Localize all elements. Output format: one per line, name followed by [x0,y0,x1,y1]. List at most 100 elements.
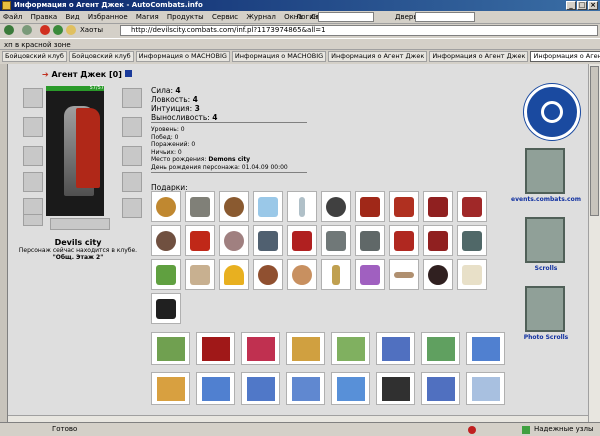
shield-slot[interactable] [122,146,142,166]
earring-slot[interactable] [122,88,142,108]
amulet-slot[interactable] [122,117,142,137]
emblem-slot[interactable] [50,218,110,230]
tab-agent-2[interactable]: Информация о Агент Джек [429,51,529,62]
events-banner[interactable] [525,148,565,194]
gift-item[interactable] [253,191,283,222]
tab-club-2[interactable]: Бойцовский клуб [68,51,134,62]
helmet-slot[interactable] [23,88,43,108]
tab-agent-active[interactable]: Информация о Агент Джек [530,51,600,62]
bracers-slot[interactable] [23,117,43,137]
events-link[interactable]: events.combats.com [504,196,588,203]
big-gift-item[interactable] [286,372,325,405]
menu-view[interactable]: Вид [62,11,82,24]
gift-item[interactable] [423,259,453,290]
gift-item[interactable] [185,259,215,290]
big-gift-item[interactable] [331,372,370,405]
scroll-thumb[interactable] [590,66,599,216]
gift-item[interactable] [321,191,351,222]
big-gift-item[interactable] [196,332,235,365]
tab-club-1[interactable]: Бойцовский клуб [2,51,67,62]
menu-service[interactable]: Сервис [209,11,241,24]
close-button[interactable]: × [588,1,598,10]
gift-item[interactable] [151,191,181,222]
gift-item[interactable] [321,225,351,256]
big-gift-item[interactable] [421,332,460,365]
photo-scrolls-link[interactable]: Photo Scrolls [504,334,588,341]
gift-item[interactable] [423,191,453,222]
menu-products[interactable]: Продукты [164,11,207,24]
tab-machobig-2[interactable]: Информация о MACHOBIG [231,51,327,62]
menu-journal[interactable]: Журнал [243,11,278,24]
gift-item[interactable] [151,293,181,324]
forward-icon[interactable] [22,25,32,35]
gift-item[interactable] [151,225,181,256]
big-gift-item[interactable] [151,372,190,405]
big-gift-item[interactable] [466,332,505,365]
big-gift-item[interactable] [331,332,370,365]
gift-item[interactable] [219,191,249,222]
gift-item[interactable] [287,259,317,290]
vertical-scrollbar[interactable] [588,64,600,422]
login-label: Логин: [296,13,321,21]
big-gift-item[interactable] [421,372,460,405]
gift-item[interactable] [321,259,351,290]
gift-item[interactable] [287,225,317,256]
scrolls-link[interactable]: Scrolls [504,265,588,272]
gloves-slot[interactable] [122,172,142,192]
menu-edit[interactable]: Правка [28,11,61,24]
armor-slot[interactable] [23,172,43,192]
maximize-button[interactable]: □ [577,1,587,10]
refresh-icon[interactable] [53,25,63,35]
gift-item[interactable] [423,225,453,256]
gift-item[interactable] [389,225,419,256]
login-field[interactable] [318,12,374,22]
big-gift-item[interactable] [466,372,505,405]
menu-magic[interactable]: Магия [133,11,162,24]
address-bar[interactable]: http://devilscity.combats.com/inf.pl?117… [120,25,598,36]
sidebar-toggle[interactable] [0,64,8,422]
door-field[interactable] [415,12,475,22]
big-gift-item[interactable] [241,332,280,365]
photo-scrolls-banner[interactable] [525,286,565,332]
menu-favorites[interactable]: Избранное [85,11,131,24]
big-gift-item[interactable] [286,332,325,365]
gift-item[interactable] [355,259,385,290]
gift-item[interactable] [457,191,487,222]
gift-item[interactable] [355,191,385,222]
gift-item[interactable] [253,225,283,256]
big-gift-item[interactable] [376,372,415,405]
tab-machobig-1[interactable]: Информация о MACHOBIG [135,51,230,62]
big-gift-item[interactable] [196,372,235,405]
gift-item[interactable] [457,259,487,290]
gift-item[interactable] [219,259,249,290]
gift-item[interactable] [389,191,419,222]
menu-file[interactable]: Файл [0,11,25,24]
stop-icon[interactable] [40,25,50,35]
scrolls-banner[interactable] [525,217,565,263]
gift-item[interactable] [457,225,487,256]
logo-icon[interactable] [524,84,580,140]
gift-item[interactable] [151,259,181,290]
horizontal-scrollbar[interactable] [8,415,588,422]
big-gift-item[interactable] [376,332,415,365]
gift-item[interactable] [389,259,419,290]
minimize-button[interactable]: _ [566,1,576,10]
favorites-button[interactable]: Хаоты [80,24,103,37]
gift-item[interactable] [219,225,249,256]
info-icon[interactable] [124,70,132,77]
gift-item[interactable] [253,259,283,290]
ring-slot[interactable] [23,214,43,226]
big-gift-item[interactable] [241,372,280,405]
gift-item[interactable] [185,225,215,256]
alarm-icon[interactable] [468,426,476,434]
big-gift-item[interactable] [151,332,190,365]
links-item[interactable]: хп в красной зоне [4,41,71,49]
tab-agent-1[interactable]: Информация о Агент Джек [328,51,428,62]
home-icon[interactable] [66,25,76,35]
boots-slot[interactable] [122,198,142,218]
gift-item[interactable] [287,191,317,222]
gift-item[interactable] [355,225,385,256]
gift-item[interactable] [185,191,215,222]
back-icon[interactable] [4,25,14,35]
weapon-slot[interactable] [23,146,43,166]
